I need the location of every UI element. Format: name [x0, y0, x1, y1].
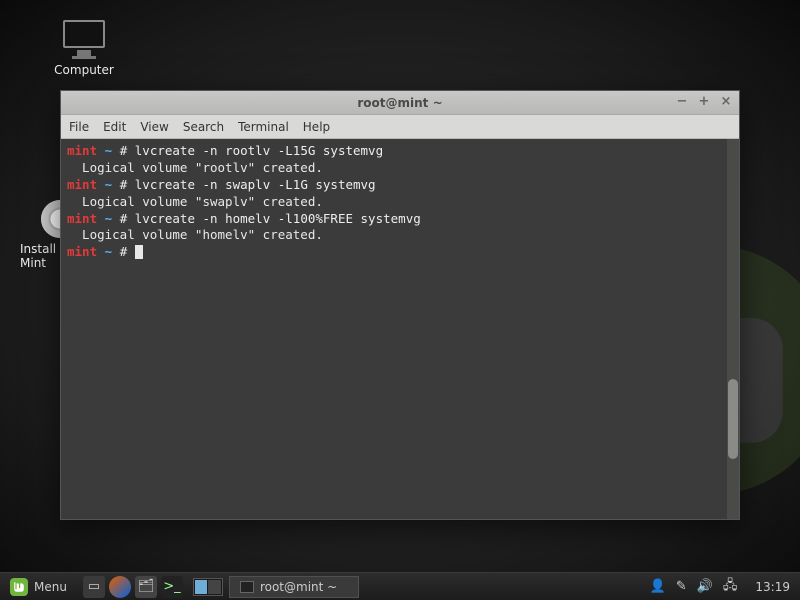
menu-edit[interactable]: Edit: [103, 120, 126, 134]
start-menu-button[interactable]: Menu: [0, 573, 77, 600]
window-titlebar[interactable]: root@mint ~ − + ×: [61, 91, 739, 115]
terminal-launcher[interactable]: >_: [161, 576, 183, 598]
close-button[interactable]: ×: [719, 94, 733, 108]
menu-label: Menu: [34, 580, 67, 594]
system-tray: 👤 ✎ 🔊 🖧: [642, 576, 746, 598]
desktop-icon-computer[interactable]: Computer: [48, 20, 120, 77]
terminal-output-line: Logical volume "swaplv" created.: [67, 194, 733, 211]
firefox-launcher[interactable]: [109, 576, 131, 598]
file-manager-launcher[interactable]: 🗂: [135, 576, 157, 598]
taskbar-clock[interactable]: 13:19: [745, 580, 800, 594]
scrollbar-track[interactable]: [727, 139, 739, 519]
menu-terminal[interactable]: Terminal: [238, 120, 289, 134]
maximize-button[interactable]: +: [697, 94, 711, 108]
menu-search[interactable]: Search: [183, 120, 224, 134]
quick-launch: ▭ 🗂 >_: [77, 576, 189, 598]
taskbar: Menu ▭ 🗂 >_ root@mint ~ 👤 ✎ 🔊 🖧 13:19: [0, 572, 800, 600]
user-icon[interactable]: 👤: [650, 579, 666, 594]
scrollbar-thumb[interactable]: [728, 379, 738, 459]
menu-view[interactable]: View: [140, 120, 168, 134]
show-desktop-button[interactable]: ▭: [83, 576, 105, 598]
updates-icon[interactable]: ✎: [676, 579, 687, 594]
terminal-prompt-line: mint ~ #: [67, 244, 733, 261]
workspace-switcher[interactable]: [193, 578, 223, 596]
volume-icon[interactable]: 🔊: [697, 579, 713, 594]
menu-file[interactable]: File: [69, 120, 89, 134]
window-title: root@mint ~: [357, 96, 442, 110]
terminal-prompt-line: mint ~ # lvcreate -n rootlv -L15G system…: [67, 143, 733, 160]
terminal-prompt-line: mint ~ # lvcreate -n homelv -l100%FREE s…: [67, 211, 733, 228]
terminal-output-line: Logical volume "homelv" created.: [67, 227, 733, 244]
desktop-icon-label: Computer: [54, 63, 114, 77]
terminal-window: root@mint ~ − + × File Edit View Search …: [60, 90, 740, 520]
terminal-output-line: Logical volume "rootlv" created.: [67, 160, 733, 177]
mint-icon: [10, 578, 28, 596]
terminal-cursor: [135, 245, 143, 259]
network-icon[interactable]: 🖧: [723, 576, 738, 598]
menu-help[interactable]: Help: [303, 120, 330, 134]
terminal-body[interactable]: mint ~ # lvcreate -n rootlv -L15G system…: [61, 139, 739, 519]
terminal-prompt-line: mint ~ # lvcreate -n swaplv -L1G systemv…: [67, 177, 733, 194]
window-menubar: File Edit View Search Terminal Help: [61, 115, 739, 139]
minimize-button[interactable]: −: [675, 94, 689, 108]
taskbar-item-label: root@mint ~: [260, 580, 337, 594]
terminal-icon: [240, 581, 254, 593]
taskbar-item-terminal[interactable]: root@mint ~: [229, 576, 359, 598]
monitor-icon: [63, 20, 105, 48]
